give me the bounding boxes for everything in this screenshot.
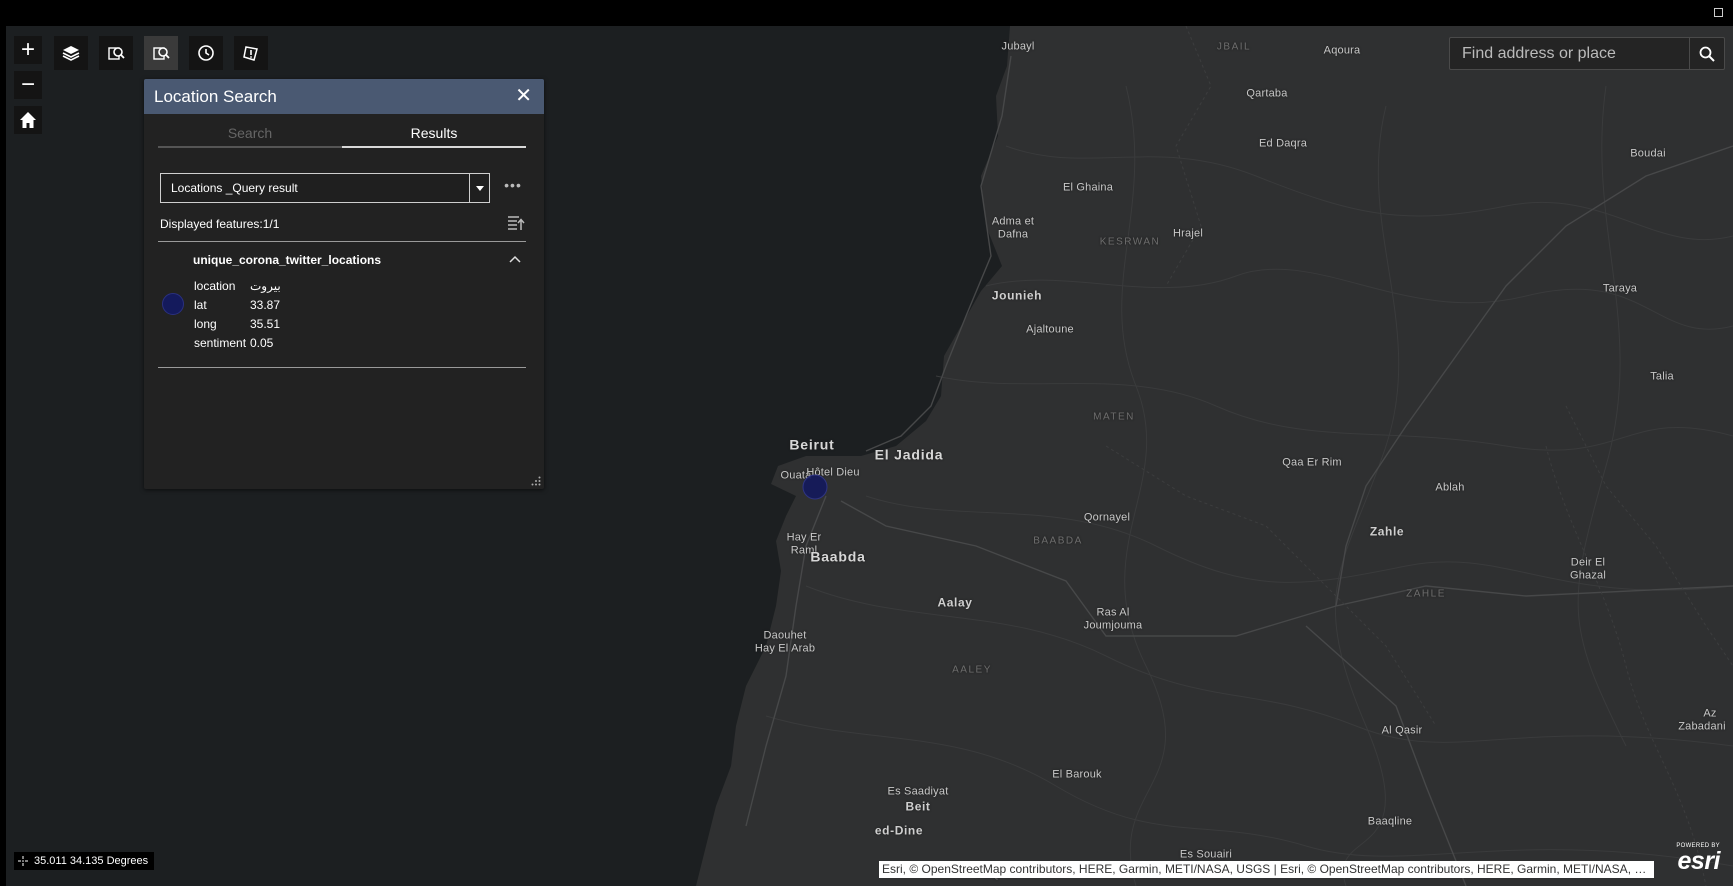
map-label: JBAIL [1216,41,1252,53]
title-bar [0,0,1733,26]
result-symbol[interactable] [162,293,184,315]
map-label: Az [1703,707,1717,720]
map-label: Ablah [1435,481,1465,494]
map-label: Qaa Er Rim [1282,456,1342,469]
map-label: El Ghaina [1062,181,1114,194]
map-label: El Jadida [874,446,944,463]
map-label: Hrajel [1173,227,1203,240]
location-search-icon [153,47,170,60]
attr-value-location: بيروت [250,279,281,293]
map-attribution[interactable]: Esri, © OpenStreetMap contributors, HERE… [879,861,1654,878]
map-label: Beirut [789,436,835,453]
map-label: Hay El Arab [754,642,816,655]
attr-key-sentiment: sentiment [194,336,247,350]
map-label: Adma et [991,215,1035,228]
esri-logo[interactable]: POWERED BY esri [1660,843,1720,879]
map-label: Ajaltoune [1026,323,1074,336]
map-label: KESRWAN [1099,236,1161,248]
address-search [1449,37,1725,70]
divider [158,367,526,368]
map-label: Baaqline [1367,815,1413,828]
feedback-button[interactable] [234,36,268,70]
map-label: Qornayel [1083,511,1131,524]
feedback-icon [243,46,258,61]
home-button[interactable] [14,106,42,134]
zoom-out-button[interactable]: − [14,71,42,99]
map-label: Aalay [937,595,973,610]
search-icon [1699,46,1715,62]
layers-button[interactable] [54,36,88,70]
layer-select-value: Locations _Query result [171,181,298,195]
history-button[interactable] [189,36,223,70]
maximize-icon[interactable] [1714,8,1723,17]
map-label: Al Qasir [1381,724,1423,737]
coordinates-display[interactable]: 35.011 34.135 Degrees [14,852,155,870]
location-search-button[interactable] [144,36,178,70]
panel-title: Location Search [154,87,277,106]
map-label: El Barouk [1052,768,1102,781]
layers-icon [62,46,80,61]
query-button[interactable] [99,36,133,70]
chevron-up-icon[interactable] [507,251,523,267]
map-label: Deir El [1570,556,1606,569]
attr-value-lat: 33.87 [250,298,281,312]
map-label: Boudai [1630,147,1666,160]
coordinates-text: 35.011 34.135 Degrees [34,855,149,867]
sort-icon[interactable] [507,214,525,232]
map-label: Qartaba [1246,87,1288,100]
map-label: Joumjouma [1083,619,1143,632]
home-icon [20,112,36,128]
map-label: MATEN [1093,411,1135,423]
tab-results[interactable]: Results [342,122,526,148]
history-icon [198,45,214,61]
map-label: Es Souairi [1179,848,1233,861]
more-options-icon[interactable]: ••• [502,178,524,195]
map-label: Baabda [810,548,866,565]
map-label: Jounieh [991,288,1043,303]
map-label: Taraya [1602,282,1638,295]
map-label: Es Saadiyat [887,785,949,798]
panel-header: Location Search ✕ [144,79,544,114]
divider [158,241,526,242]
map-label: Ed Daqra [1258,137,1308,150]
layer-select[interactable]: Locations _Query result [160,173,490,203]
map-label: Ras Al [1096,606,1130,619]
map-label: Hay Er [786,531,822,544]
tab-search[interactable]: Search [158,122,342,148]
query-icon [108,47,125,60]
attr-key-lat: lat [194,298,207,312]
attr-key-long: long [194,317,217,331]
map-label: Zabadani [1678,720,1726,733]
attr-value-sentiment: 0.05 [250,336,274,350]
zoom-in-button[interactable]: + [14,36,42,64]
result-layer-title: unique_corona_twitter_locations [193,253,382,267]
map-label: ed-Dine [874,823,924,838]
map-label: Beit [905,799,931,814]
map-label: Dafna [997,228,1029,241]
map-feature-marker[interactable] [802,474,828,500]
close-icon[interactable]: ✕ [515,79,532,114]
crosshair-icon [18,856,28,866]
map-label: BAABDA [1033,535,1083,547]
map-label: Aqoura [1323,44,1361,57]
attr-key-location: location [194,279,236,293]
chevron-down-icon[interactable] [469,174,489,202]
map-label: AALEY [952,664,992,676]
attr-value-long: 35.51 [250,317,281,331]
map-label: Daouhet [763,629,807,642]
map-label: Ghazal [1569,569,1607,582]
app-window: Jubayl JBAIL Aqoura Qartaba Ed Daqra Boudai El… [0,0,1733,886]
map-label: Zahle [1369,524,1405,539]
location-search-panel: Location Search ✕ Search Results Locatio… [144,79,544,489]
map-label: Talia [1650,370,1674,383]
map-label: Jubayl [1001,40,1035,53]
resize-handle-icon[interactable] [531,476,541,486]
search-input[interactable] [1450,38,1689,69]
map-label: ZAHLE [1406,588,1446,600]
esri-wordmark: esri [1677,847,1721,875]
panel-tabs: Search Results [158,122,526,148]
search-button[interactable] [1689,38,1724,69]
displayed-features: Displayed features:1/1 [160,217,280,231]
